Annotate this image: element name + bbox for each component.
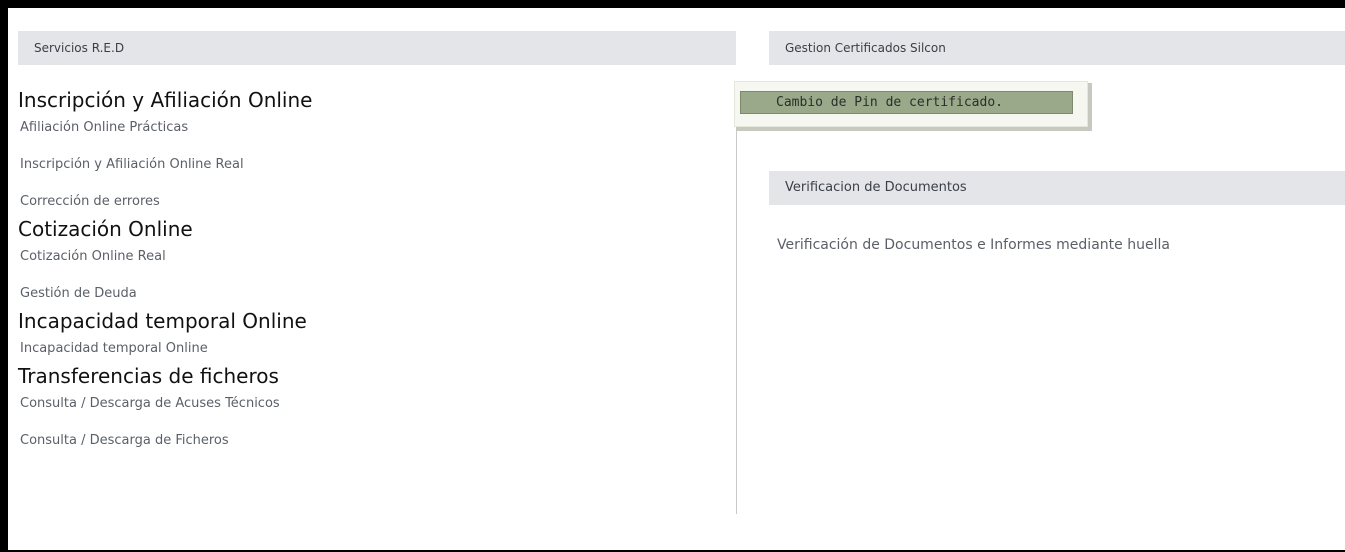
- servicios-red-panel: Servicios R.E.D Inscripción y Afiliación…: [18, 31, 736, 450]
- link-incapacidad-temporal[interactable]: Incapacidad temporal Online: [20, 340, 736, 358]
- group-title-incapacidad: Incapacidad temporal Online: [18, 309, 307, 333]
- group-title-transferencias: Transferencias de ficheros: [18, 364, 279, 388]
- link-afiliacion-practicas[interactable]: Afiliación Online Prácticas: [20, 119, 736, 137]
- certificados-panel: Gestion Certificados Silcon: [769, 31, 1345, 65]
- column-divider: [736, 84, 737, 514]
- link-acuses-tecnicos[interactable]: Consulta / Descarga de Acuses Técnicos: [20, 395, 736, 413]
- group-title-inscripcion: Inscripción y Afiliación Online: [18, 88, 313, 112]
- cambio-pin-button[interactable]: Cambio de Pin de certificado.: [740, 91, 1073, 114]
- certificados-header: Gestion Certificados Silcon: [769, 31, 1345, 65]
- link-verificacion-documentos[interactable]: Verificación de Documentos e Informes me…: [777, 237, 1170, 253]
- group-title-cotizacion: Cotización Online: [18, 217, 193, 241]
- verificacion-panel: Verificacion de Documentos: [769, 171, 1345, 205]
- link-gestion-deuda[interactable]: Gestión de Deuda: [20, 285, 736, 303]
- link-descarga-ficheros[interactable]: Consulta / Descarga de Ficheros: [20, 432, 736, 450]
- verificacion-header: Verificacion de Documentos: [769, 171, 1345, 205]
- link-correccion-errores[interactable]: Corrección de errores: [20, 193, 736, 211]
- servicios-red-header: Servicios R.E.D: [18, 31, 736, 65]
- link-inscripcion-afiliacion-real[interactable]: Inscripción y Afiliación Online Real: [20, 156, 736, 174]
- link-cotizacion-real[interactable]: Cotización Online Real: [20, 248, 736, 266]
